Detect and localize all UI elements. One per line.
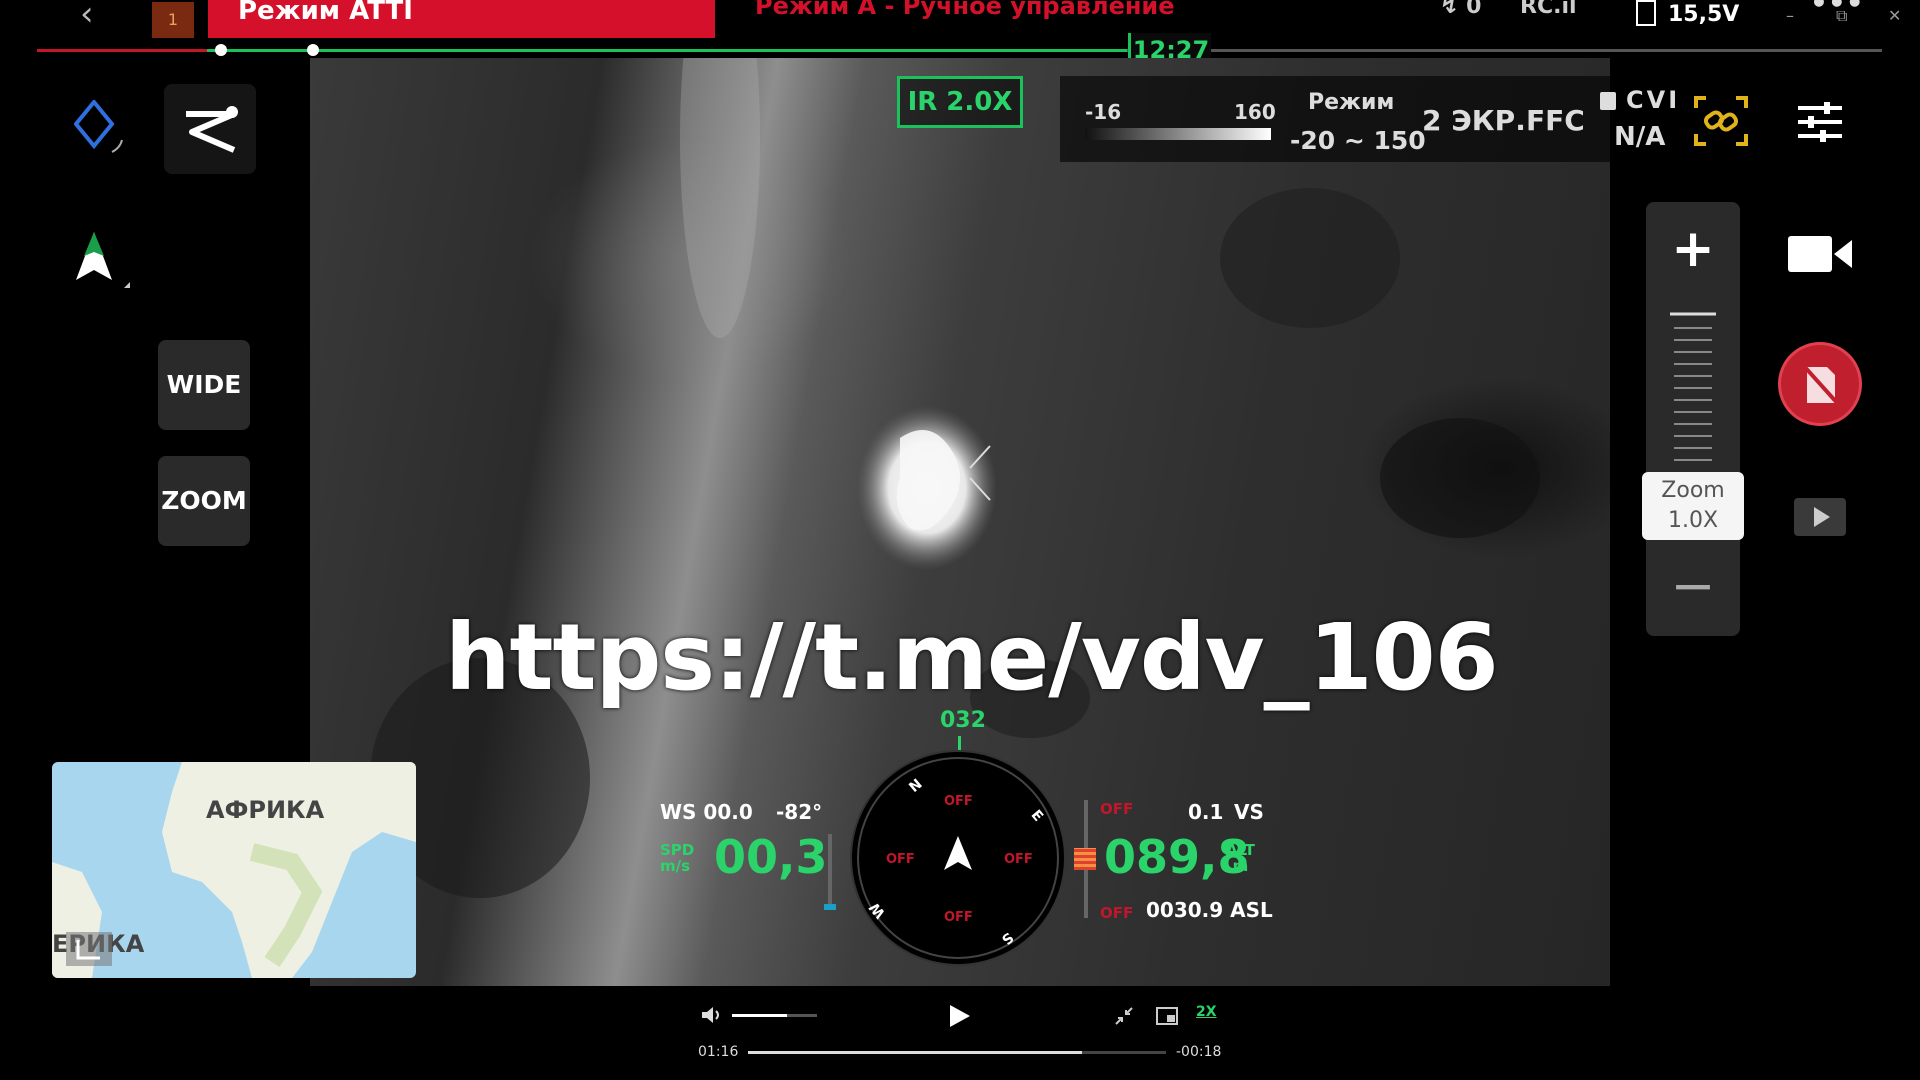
battery-icon (1636, 0, 1656, 26)
gimbal-angle: -82° (776, 800, 823, 824)
elapsed-time: 01:16 (698, 1044, 739, 1060)
speed-unit: m/s (660, 857, 691, 875)
play-button[interactable] (946, 1003, 972, 1029)
link-icon[interactable] (1694, 96, 1748, 146)
scale-min: -16 (1085, 100, 1122, 124)
settings-sliders-icon[interactable] (1796, 100, 1844, 144)
flight-mode-description: Режим А - Ручное управление (755, 0, 1175, 20)
route-icon (186, 106, 238, 153)
play-icon (1814, 507, 1830, 527)
timeline-segment-green (207, 49, 1127, 52)
ffc-button[interactable]: FFC (1526, 104, 1585, 137)
play-icon (950, 1005, 970, 1027)
playback-progress-fill (748, 1051, 1083, 1054)
remaining-time: -00:18 (1176, 1044, 1222, 1060)
mode-indicator-square: 1 (152, 2, 194, 38)
compass-off-top: OFF (944, 794, 973, 809)
altitude-unit: m (1232, 857, 1249, 875)
zoom-label-value: 1.0X (1667, 508, 1719, 533)
record-button[interactable] (1778, 342, 1862, 426)
lock-icon (1600, 92, 1616, 110)
timeline-segment-red (37, 49, 207, 52)
vertical-speed-value: 0.1 (1188, 800, 1224, 824)
volume-level (732, 1014, 788, 1017)
speed-unit-label: SPD m/s (660, 842, 694, 874)
playback-speed-button[interactable]: 2X (1196, 1004, 1217, 1020)
signal-diamond-icon[interactable] (73, 98, 123, 153)
zoom-out-button[interactable]: − (1646, 546, 1740, 632)
wind-speed: WS 00.0 (660, 800, 753, 824)
speed-gauge (828, 834, 832, 908)
zoom-level-label: Zoom 1.0X (1642, 472, 1744, 540)
zoom-label-title: Zoom (1661, 478, 1725, 503)
speed-value: 00,3 (714, 830, 828, 884)
speed-gauge-marker (824, 904, 836, 910)
back-arrow-icon[interactable]: ‹ (80, 0, 94, 34)
playback-button[interactable] (1794, 498, 1846, 536)
vertical-speed-label: VS (1234, 800, 1264, 824)
compass-off-left: OFF (886, 852, 915, 867)
zoom-camera-button[interactable]: ZOOM (158, 456, 250, 546)
satellite-count: ↯ 0 (1440, 0, 1482, 19)
expand-corner-icon (76, 940, 100, 960)
zoom-scale-ticks (1668, 306, 1718, 466)
flight-mode-label: Режим ATTI (208, 0, 715, 38)
heading-value: 032 (940, 708, 986, 733)
timeline-marker[interactable] (307, 44, 319, 56)
timeline-marker[interactable] (215, 44, 227, 56)
altitude-label: ALT (1226, 841, 1255, 859)
thermal-mode-range[interactable]: -20 ~ 150 (1290, 126, 1426, 155)
wide-camera-button[interactable]: WIDE (158, 340, 250, 430)
altitude-unit-label: ALT m (1226, 842, 1255, 874)
ir-zoom-indicator[interactable]: IR 2.0X (897, 76, 1023, 128)
compass-arrow-icon[interactable] (72, 228, 130, 288)
minimize-button[interactable]: – (1786, 6, 1794, 25)
compass-off-right: OFF (1004, 852, 1033, 867)
route-button[interactable] (164, 84, 256, 174)
rc-signal: RC.ıl (1520, 0, 1577, 19)
close-button[interactable]: ✕ (1888, 6, 1901, 25)
altitude-gauge-marker (1074, 848, 1096, 870)
map-label-africa: АФРИКА (206, 796, 325, 824)
cvi-label: CVI (1626, 86, 1681, 114)
scale-max: 160 (1234, 100, 1276, 124)
compass-dial: N E S W OFF OFF OFF OFF (850, 750, 1066, 966)
battery-voltage: 15,5V (1668, 2, 1740, 27)
speed-label: SPD (660, 841, 695, 859)
volume-icon[interactable] (700, 1006, 724, 1024)
restore-button[interactable]: ⧉ (1836, 6, 1847, 26)
zoom-in-button[interactable]: + (1646, 202, 1740, 296)
asl-off-flag: OFF (1100, 904, 1134, 922)
mini-map[interactable]: АФРИКА ЕРИКА (52, 762, 416, 978)
collapse-icon[interactable] (1114, 1006, 1134, 1026)
thermal-mode-title: Режим (1308, 90, 1395, 115)
watermark-url: https://t.me/vdv_106 (445, 604, 1499, 711)
split-screen-button[interactable]: 2 ЭКР. (1422, 104, 1526, 137)
picture-in-picture-icon[interactable] (1156, 1006, 1178, 1026)
no-sd-card-icon (1801, 363, 1841, 407)
video-camera-icon[interactable] (1786, 232, 1856, 276)
media-player-bar (0, 986, 1920, 1080)
compass-off-bottom: OFF (944, 910, 973, 925)
vs-off-flag: OFF (1100, 800, 1134, 818)
thermal-scale-bar (1085, 128, 1271, 140)
cvi-value: N/A (1614, 122, 1666, 152)
map-expand-button[interactable] (66, 932, 112, 966)
altitude-asl: 0030.9 ASL (1146, 898, 1273, 922)
